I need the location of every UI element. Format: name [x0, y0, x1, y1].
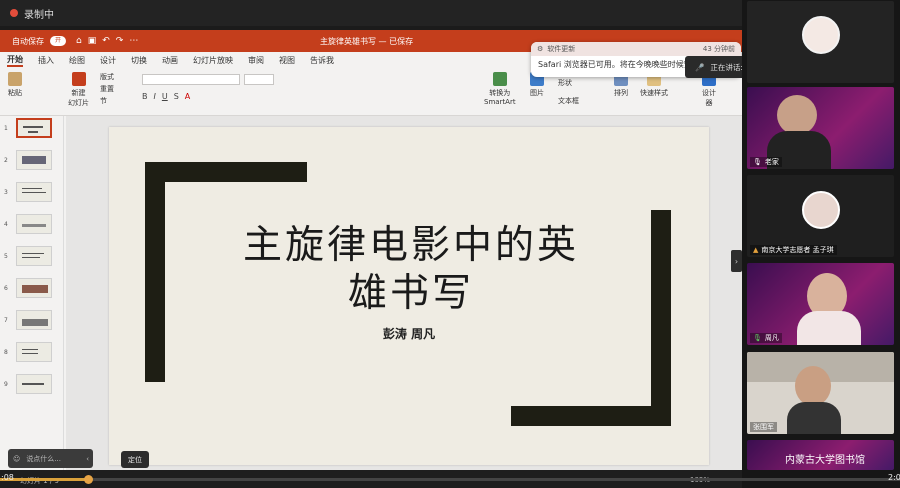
thumbnail-row[interactable]: 8: [4, 342, 52, 362]
participant-panel: 🎙 老家 ▲ 南京大学志愿者 孟子琪 🎙 周凡 张围军 内蒙古大学图书馆: [742, 0, 900, 488]
participant-tile[interactable]: 内蒙古大学图书馆: [747, 440, 894, 470]
frame-bar-left: [145, 162, 165, 382]
tab-home[interactable]: 开始: [7, 54, 23, 67]
thumbnail-row[interactable]: 1: [4, 118, 52, 138]
playback-progress[interactable]: [0, 475, 900, 484]
tab-view[interactable]: 视图: [279, 55, 295, 66]
slide-thumbnail[interactable]: [16, 278, 52, 298]
section-button[interactable]: 节: [100, 95, 114, 107]
tab-insert[interactable]: 插入: [38, 55, 54, 66]
total-time: 2:0: [888, 473, 900, 482]
hand-icon: ▲: [753, 246, 759, 254]
slide-thumbnail[interactable]: [16, 150, 52, 170]
home-icon[interactable]: ⌂: [76, 36, 82, 46]
frame-bar-top: [145, 162, 307, 182]
notification-header: ⚙ 软件更新 43 分钟前: [531, 42, 741, 56]
collapse-panel-button[interactable]: ›: [731, 250, 742, 272]
emoji-icon[interactable]: ☺: [13, 455, 20, 463]
slide-thumbnail[interactable]: [16, 182, 52, 202]
slide-authors[interactable]: 彭涛 周凡: [309, 325, 509, 342]
slide-thumbnail[interactable]: [16, 118, 52, 138]
tab-design[interactable]: 设计: [100, 55, 116, 66]
record-dot-icon: [10, 9, 18, 17]
participant-tile[interactable]: ▲ 南京大学志愿者 孟子琪: [747, 175, 894, 257]
font-family-select[interactable]: [142, 74, 240, 85]
frame-bar-bottom: [511, 406, 671, 426]
participant-name: 🎙 周凡: [750, 333, 782, 343]
save-icon[interactable]: ▣: [88, 36, 97, 46]
slide-thumbnails: 1 2 3 4 5 6 7 8 9: [0, 116, 64, 470]
bold-icon[interactable]: B: [142, 92, 148, 101]
slide-thumbnail[interactable]: [16, 342, 52, 362]
tab-review[interactable]: 审阅: [248, 55, 264, 66]
more-icon[interactable]: ⋯: [129, 36, 138, 46]
speaker-icon: 🎤: [695, 62, 705, 72]
smartart-icon: [492, 72, 507, 86]
tab-transitions[interactable]: 切换: [131, 55, 147, 66]
frame-bar-right: [651, 210, 671, 426]
avatar: [802, 16, 840, 54]
screen: 录制中 自动保存 开 ⌂ ▣ ↶ ↷ ⋯ 主旋律英雄书写 — 已保存 开始 插入…: [0, 0, 900, 488]
layout-button[interactable]: 版式: [100, 71, 114, 83]
mic-icon: 🎙: [753, 158, 762, 166]
thumbnail-row[interactable]: 7: [4, 310, 52, 330]
mic-icon: 🎙: [753, 334, 762, 342]
recording-bar: 录制中: [0, 0, 742, 26]
redo-icon[interactable]: ↷: [116, 36, 124, 46]
participant-tile[interactable]: [747, 1, 894, 83]
avatar: [802, 191, 840, 229]
thumbnail-row[interactable]: 3: [4, 182, 52, 202]
paste-button[interactable]: 粘贴: [8, 72, 22, 98]
participant-name: 张围军: [750, 422, 777, 432]
font-size-select[interactable]: [244, 74, 274, 85]
font-color-icon[interactable]: A: [185, 92, 190, 101]
thumbnail-row[interactable]: 5: [4, 246, 52, 266]
elapsed-time: :08: [1, 473, 14, 482]
participant-name: 🎙 老家: [750, 157, 782, 167]
participant-tile[interactable]: 🎙 老家: [747, 87, 894, 169]
clipboard-icon: [8, 72, 22, 86]
convert-smartart-button[interactable]: 转换为 SmartArt: [484, 72, 516, 106]
thumbnail-row[interactable]: 4: [4, 214, 52, 234]
current-slide[interactable]: 主旋律电影中的英 雄书写 彭涛 周凡: [109, 127, 709, 465]
participant-tile[interactable]: 🎙 周凡: [747, 263, 894, 345]
recording-label: 录制中: [24, 9, 54, 21]
slide-thumbnail[interactable]: [16, 214, 52, 234]
participant-name: ▲ 南京大学志愿者 孟子琪: [750, 245, 837, 255]
reset-button[interactable]: 重置: [100, 83, 114, 95]
italic-icon[interactable]: I: [154, 92, 156, 101]
tab-draw[interactable]: 绘图: [69, 55, 85, 66]
quick-access-toolbar: ⌂ ▣ ↶ ↷ ⋯: [76, 36, 138, 46]
document-title: 主旋律英雄书写 — 已保存: [320, 36, 414, 46]
slide-thumbnail[interactable]: [16, 374, 52, 394]
participant-name: 内蒙古大学图书馆: [785, 455, 865, 466]
locate-tooltip: 定位: [121, 451, 149, 468]
powerpoint-window: 自动保存 开 ⌂ ▣ ↶ ↷ ⋯ 主旋律英雄书写 — 已保存 开始 插入 绘图 …: [0, 30, 742, 470]
strike-icon[interactable]: S: [174, 92, 179, 101]
thumbnail-row[interactable]: 2: [4, 150, 52, 170]
thumbnail-row[interactable]: 6: [4, 278, 52, 298]
thumbnail-row[interactable]: 9: [4, 374, 52, 394]
underline-icon[interactable]: U: [162, 92, 168, 101]
slide-thumbnail[interactable]: [16, 310, 52, 330]
new-slide-icon: [71, 72, 86, 86]
progress-knob[interactable]: [84, 475, 93, 484]
slide-canvas: 主旋律电影中的英 雄书写 彭涛 周凡: [66, 116, 742, 470]
format-row: B I U S A: [142, 92, 190, 101]
gear-icon: ⚙: [537, 45, 544, 53]
slide-title[interactable]: 主旋律电影中的英 雄书写: [221, 222, 601, 318]
autosave-label: 自动保存: [12, 36, 44, 46]
tab-tell-me[interactable]: 告诉我: [310, 55, 334, 66]
autosave-toggle[interactable]: 开: [50, 36, 67, 46]
new-slide-button[interactable]: 新建 幻灯片: [68, 72, 89, 108]
chat-input[interactable]: ☺ 说点什么... ‹: [8, 449, 93, 468]
tab-animations[interactable]: 动画: [162, 55, 178, 66]
participant-tile[interactable]: 张围军: [747, 352, 894, 434]
undo-icon[interactable]: ↶: [102, 36, 110, 46]
tab-slideshow[interactable]: 幻灯片放映: [193, 55, 233, 66]
textbox-button[interactable]: 文本框: [558, 92, 579, 110]
slide-thumbnail[interactable]: [16, 246, 52, 266]
chevron-left-icon[interactable]: ‹: [86, 455, 89, 463]
